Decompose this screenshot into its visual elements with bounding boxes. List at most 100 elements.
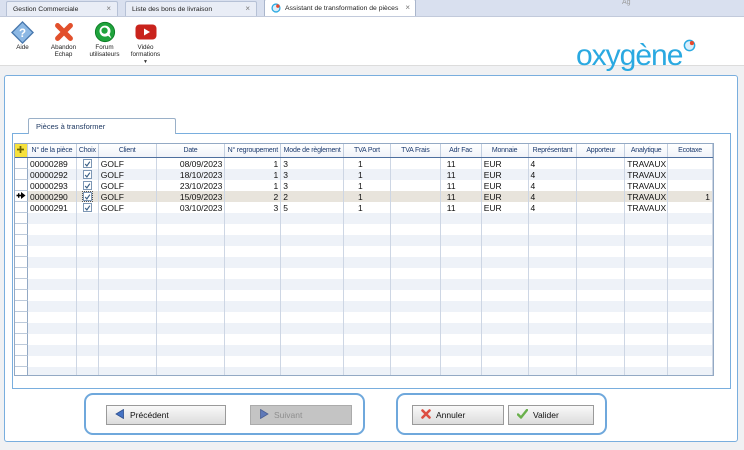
- window-tab-0[interactable]: Gestion Commerciale ×: [6, 1, 118, 16]
- column-header-adr_fac[interactable]: Adr Fac: [441, 144, 482, 157]
- column-header-representant[interactable]: Représentant: [529, 144, 578, 157]
- tab-close-icon[interactable]: ×: [398, 4, 410, 12]
- cell-regroupement: [225, 312, 281, 323]
- column-header-apporteur[interactable]: Apporteur: [577, 144, 625, 157]
- toolbar-button-label: Aide: [16, 44, 29, 51]
- table-row-00000289[interactable]: 00000289GOLF08/09/202313111EUR4TRAVAUX: [15, 158, 713, 169]
- cell-monnaie: [482, 367, 529, 376]
- column-header-client[interactable]: Client: [99, 144, 157, 157]
- cell-adr_fac: [441, 356, 482, 367]
- cell-analytique: [625, 356, 668, 367]
- cell-mode: [281, 213, 344, 224]
- toolbar-button-aide[interactable]: ?Aide: [2, 20, 43, 66]
- chevron-down-icon[interactable]: ▼: [143, 60, 148, 66]
- cell-representant: [529, 356, 578, 367]
- cell-monnaie: [482, 356, 529, 367]
- toolbar-button-forum-utilisateurs[interactable]: Forum utilisateurs: [84, 20, 125, 66]
- cell-apporteur: [577, 323, 625, 334]
- cell-adr_fac: [441, 246, 482, 257]
- cell-mode: 5: [281, 202, 344, 213]
- cell-date: 03/10/2023: [157, 202, 226, 213]
- row-selector-cell: [15, 290, 28, 301]
- cell-monnaie: EUR: [482, 169, 529, 180]
- previous-button-label: Précédent: [130, 410, 169, 420]
- window-tab-1[interactable]: Liste des bons de livraison×: [125, 1, 257, 16]
- tab-close-icon[interactable]: ×: [238, 5, 250, 13]
- column-header-choix[interactable]: Choix: [77, 144, 99, 157]
- cell-analytique: [625, 301, 668, 312]
- cell-apporteur: [577, 334, 625, 345]
- previous-button[interactable]: Précédent: [106, 405, 226, 425]
- cell-regroupement: [225, 356, 281, 367]
- choix-checkbox[interactable]: [83, 203, 92, 212]
- wizard-action-group: Annuler Valider: [396, 393, 607, 435]
- validate-check-icon: [517, 409, 528, 421]
- cell-monnaie: EUR: [482, 191, 529, 202]
- logo-text: oxygène: [576, 39, 682, 72]
- tab-pieces-a-transformer[interactable]: Pièces à transformer: [28, 118, 176, 134]
- column-header-ecotaxe[interactable]: Ecotaxe: [668, 144, 713, 157]
- plus-icon[interactable]: [16, 145, 25, 156]
- row-selector-cell: [15, 312, 28, 323]
- cell-piece: [28, 213, 77, 224]
- cancel-button[interactable]: Annuler: [412, 405, 504, 425]
- cell-analytique: [625, 334, 668, 345]
- toolbar-button-vid-o-formations[interactable]: Vidéo formations▼: [125, 20, 166, 66]
- choix-checkbox[interactable]: [83, 181, 92, 190]
- cell-tva_frais: [391, 213, 441, 224]
- cell-choix: [77, 367, 99, 376]
- table-row-00000293[interactable]: 00000293GOLF23/10/202313111EUR4TRAVAUX: [15, 180, 713, 191]
- cell-regroupement: [225, 213, 281, 224]
- toolbar-button-abandon-echap[interactable]: Abandon Echap: [43, 20, 84, 66]
- row-selector-cell: [15, 301, 28, 312]
- column-header-mode[interactable]: Mode de règlement: [281, 144, 344, 157]
- cell-adr_fac: 11: [441, 158, 482, 169]
- tab-close-icon[interactable]: ×: [99, 5, 111, 13]
- cell-apporteur: [577, 169, 625, 180]
- cell-choix: [77, 213, 99, 224]
- column-header-date[interactable]: Date: [157, 144, 226, 157]
- cell-choix: [77, 312, 99, 323]
- next-button[interactable]: Suivant: [250, 405, 352, 425]
- cell-monnaie: [482, 312, 529, 323]
- choix-checkbox[interactable]: [83, 170, 92, 179]
- cell-client: [99, 246, 157, 257]
- choix-checkbox[interactable]: [83, 192, 92, 201]
- table-row-00000290[interactable]: 00000290GOLF15/09/202322111EUR4TRAVAUX1: [15, 191, 713, 202]
- cell-analytique: [625, 345, 668, 356]
- column-header-monnaie[interactable]: Monnaie: [482, 144, 529, 157]
- cell-analytique: [625, 279, 668, 290]
- cell-tva_frais: [391, 268, 441, 279]
- cell-tva_port: [344, 312, 391, 323]
- cell-ecotaxe: [668, 224, 713, 235]
- validate-button[interactable]: Valider: [508, 405, 594, 425]
- cell-representant: [529, 290, 578, 301]
- cell-client: [99, 301, 157, 312]
- cell-tva_frais: [391, 301, 441, 312]
- column-chooser-header[interactable]: [15, 144, 28, 157]
- cell-piece: [28, 334, 77, 345]
- cell-apporteur: [577, 356, 625, 367]
- table-row-00000292[interactable]: 00000292GOLF18/10/202313111EUR4TRAVAUX: [15, 169, 713, 180]
- window-tab-2[interactable]: Assistant de transformation de pièces×: [264, 0, 416, 16]
- column-header-analytique[interactable]: Analytique: [625, 144, 668, 157]
- cell-tva_port: [344, 246, 391, 257]
- cell-ecotaxe: [668, 268, 713, 279]
- table-row-00000291[interactable]: 00000291GOLF03/10/202335111EUR4TRAVAUX: [15, 202, 713, 213]
- window-tab-label: Gestion Commerciale: [13, 6, 78, 13]
- cell-tva_frais: [391, 257, 441, 268]
- cell-representant: 4: [529, 169, 578, 180]
- column-header-piece[interactable]: N° de la pièce: [28, 144, 77, 157]
- cell-piece: [28, 323, 77, 334]
- column-header-tva_port[interactable]: TVA Port: [344, 144, 391, 157]
- column-header-tva_frais[interactable]: TVA Frais: [391, 144, 441, 157]
- cancel-x-icon: [421, 409, 431, 421]
- cell-apporteur: [577, 268, 625, 279]
- cell-adr_fac: [441, 268, 482, 279]
- choix-checkbox[interactable]: [83, 159, 92, 168]
- cell-date: [157, 356, 226, 367]
- cell-regroupement: [225, 246, 281, 257]
- cell-adr_fac: [441, 323, 482, 334]
- cell-regroupement: [225, 301, 281, 312]
- column-header-regroupement[interactable]: N° regroupement: [225, 144, 281, 157]
